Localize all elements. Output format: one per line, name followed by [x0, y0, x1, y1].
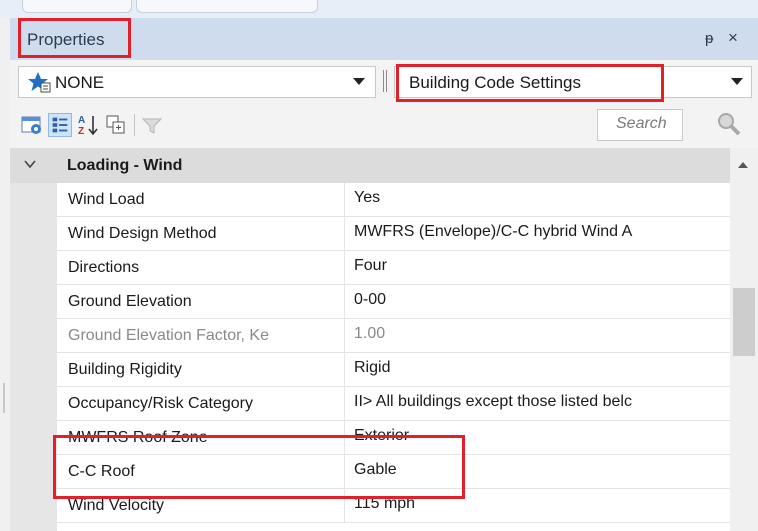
property-pages-icon[interactable] — [20, 113, 44, 137]
property-label: Wind Load — [68, 191, 145, 208]
svg-text:Z: Z — [78, 126, 84, 137]
property-value[interactable]: Four — [354, 257, 724, 275]
category-label: Loading - Wind — [67, 157, 183, 174]
property-label: Occupancy/Risk Category — [68, 395, 253, 412]
property-value: 1.00 — [354, 325, 386, 342]
filter-icon[interactable] — [140, 113, 164, 137]
column-divider — [344, 387, 345, 421]
column-divider — [344, 353, 345, 387]
object-selector-value: NONE — [55, 73, 105, 92]
highlight-box-settings — [396, 64, 664, 102]
svg-text:A: A — [78, 115, 85, 126]
property-value[interactable]: Rigid — [354, 359, 724, 377]
property-label: Ground Elevation — [68, 293, 192, 310]
properties-panel: Properties ᵽ × NONE Building Code Settin… — [10, 18, 758, 531]
property-row[interactable]: Directions Four — [57, 251, 730, 285]
scroll-up-icon[interactable] — [738, 162, 748, 168]
property-value[interactable]: II> All buildings except those listed be… — [354, 393, 724, 411]
category-row[interactable]: Loading - Wind — [10, 148, 730, 183]
property-label: Building Rigidity — [68, 361, 182, 378]
property-row[interactable]: Wind Load Yes — [57, 183, 730, 217]
column-divider — [344, 251, 345, 285]
property-row[interactable]: Wind Design Method MWFRS (Envelope)/C-C … — [57, 217, 730, 251]
property-value[interactable]: 0-00 — [354, 291, 724, 309]
property-value[interactable]: Yes — [354, 189, 724, 207]
chevron-down-icon[interactable] — [353, 78, 365, 85]
property-label: Directions — [68, 259, 140, 276]
column-divider — [344, 183, 345, 217]
highlight-box-roof — [53, 435, 465, 499]
properties-toolbar: A Z Search — [10, 102, 758, 148]
object-selector[interactable]: NONE — [18, 66, 376, 98]
search-placeholder: Search — [616, 115, 667, 132]
toolbar-separator — [134, 114, 135, 136]
scrollbar-thumb[interactable] — [733, 288, 755, 356]
property-label: Wind Velocity — [68, 497, 165, 514]
separator — [386, 70, 387, 92]
column-divider — [344, 319, 345, 353]
document-tab[interactable] — [22, 0, 132, 13]
property-row[interactable]: Occupancy/Risk Category II> All building… — [57, 387, 730, 421]
property-label: Wind Design Method — [68, 225, 217, 242]
expand-all-icon[interactable] — [104, 113, 128, 137]
grid-gutter — [10, 183, 57, 531]
left-dock-edge — [0, 18, 8, 531]
search-icon[interactable] — [715, 110, 743, 138]
star-icon — [28, 72, 51, 93]
highlight-box-title — [18, 18, 131, 58]
sort-alphabetical-icon[interactable]: A Z — [76, 113, 100, 137]
splitter-grip[interactable] — [3, 383, 5, 413]
column-divider — [344, 285, 345, 319]
pin-icon[interactable]: ᵽ — [705, 30, 713, 47]
property-row[interactable]: Building Rigidity Rigid — [57, 353, 730, 387]
property-row-readonly: Ground Elevation Factor, Ke 1.00 — [57, 319, 730, 353]
property-label: Ground Elevation Factor, Ke — [68, 327, 269, 344]
vertical-scrollbar[interactable] — [730, 148, 758, 531]
search-input[interactable]: Search — [597, 109, 683, 141]
column-divider — [344, 217, 345, 251]
document-tab-strip — [0, 0, 758, 18]
chevron-down-icon[interactable] — [24, 158, 36, 170]
categorized-icon[interactable] — [48, 113, 72, 137]
close-icon[interactable]: × — [728, 28, 738, 48]
chevron-down-icon[interactable] — [731, 78, 743, 85]
property-row[interactable]: Ground Elevation 0-00 — [57, 285, 730, 319]
separator — [383, 70, 384, 92]
document-tab[interactable] — [136, 0, 318, 13]
property-value[interactable]: MWFRS (Envelope)/C-C hybrid Wind A — [354, 223, 724, 241]
